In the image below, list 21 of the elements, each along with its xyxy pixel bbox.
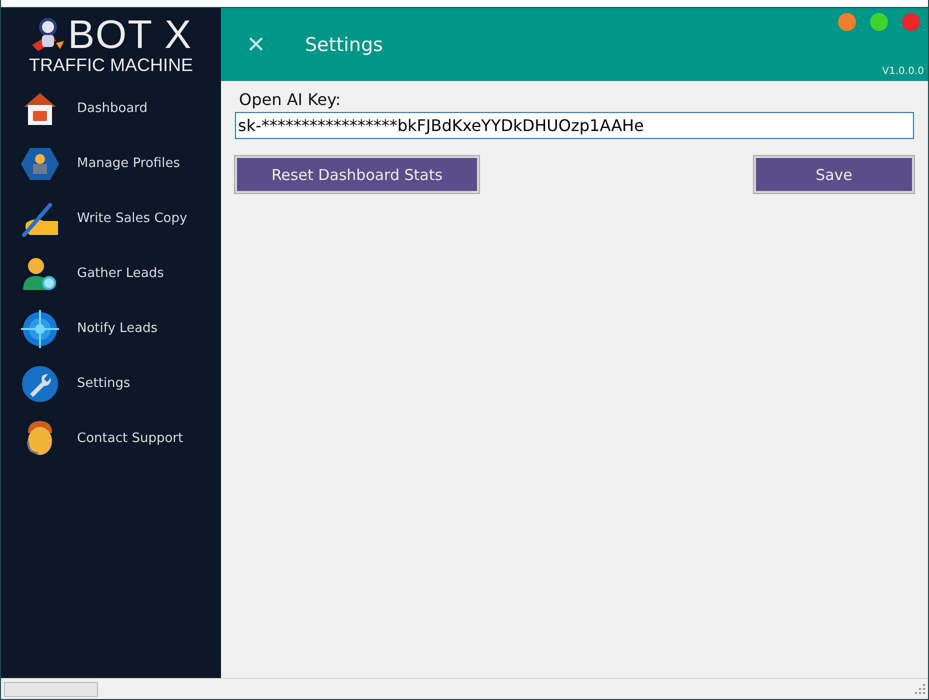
wrench-icon	[20, 364, 60, 404]
sidebar-item[interactable]: Gather Leads	[1, 246, 221, 301]
target-icon	[20, 308, 60, 348]
logo-subtitle: TRAFFIC MACHINE	[29, 54, 193, 74]
sidebar-item[interactable]: Dashboard	[1, 81, 221, 136]
close-button[interactable]	[902, 13, 920, 31]
sidebar-item[interactable]: Settings	[1, 356, 221, 411]
sidebar-item[interactable]: Contact Support	[1, 411, 221, 466]
minimize-button[interactable]	[838, 13, 856, 31]
logo-title: BOT X	[68, 14, 192, 54]
maximize-button[interactable]	[870, 13, 888, 31]
save-button[interactable]: Save	[754, 156, 914, 193]
page-title: Settings	[305, 34, 383, 56]
sidebar-item[interactable]: Notify Leads	[1, 301, 221, 356]
field-label: Open AI Key:	[239, 90, 342, 109]
resize-grip-icon[interactable]	[915, 684, 925, 694]
reset-button[interactable]: Reset Dashboard Stats	[235, 156, 479, 193]
api-key-field[interactable]: sk-*****************bkFJBdKxeYYDkDHUOzp1AAHe	[235, 112, 914, 139]
sidebar-item[interactable]: Write Sales Copy	[1, 191, 221, 246]
version-label: V1.0.0.0	[882, 66, 924, 77]
sidebar-item[interactable]: Manage Profiles	[1, 136, 221, 191]
